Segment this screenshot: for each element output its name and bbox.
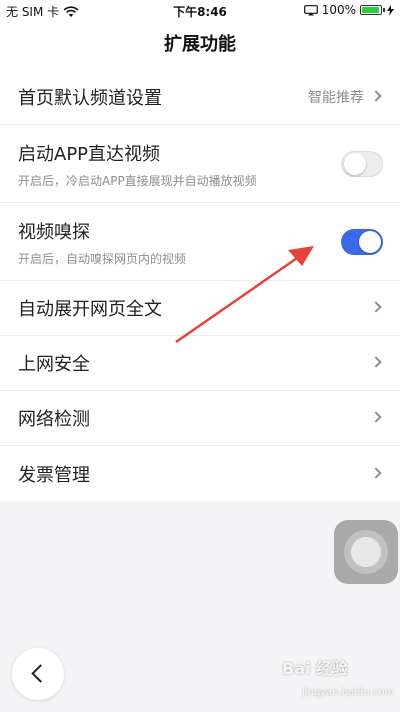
network-check-label: 网络检测 [18,409,90,430]
app-direct-video-row: 启动APP直达视频 开启后，冷启动APP直接展现并自动播放视频 [0,125,400,203]
status-right: 100% [303,3,394,17]
settings-list: 首页默认频道设置 智能推荐 启动APP直达视频 开启后，冷启动APP直接展现并自… [0,70,400,501]
assistive-touch-button[interactable] [334,520,398,584]
invoice-row[interactable]: 发票管理 [0,446,400,501]
web-security-label: 上网安全 [18,354,90,375]
app-direct-video-desc: 开启后，冷启动APP直接展现并自动播放视频 [18,174,257,188]
screen-mirror-icon [303,4,318,15]
chevron-right-icon [370,90,382,102]
battery-icon [360,5,385,15]
chevron-right-icon [370,301,382,313]
default-channel-row[interactable]: 首页默认频道设置 智能推荐 [0,70,400,125]
chevron-right-icon [370,411,382,423]
watermark-brand: Bai 经验 [282,659,349,678]
back-button[interactable] [12,648,64,700]
auto-expand-row[interactable]: 自动展开网页全文 [0,281,400,336]
invoice-label: 发票管理 [18,464,90,486]
web-security-row[interactable]: 上网安全 [0,336,400,391]
video-sniff-row: 视频嗅探 开启后，自动嗅探网页内的视频 [0,203,400,281]
charging-icon [387,4,394,16]
network-check-row[interactable]: 网络检测 [0,391,400,446]
video-sniff-toggle[interactable] [341,228,383,255]
chevron-right-icon [370,466,382,479]
chevron-right-icon [370,356,382,368]
status-bar: 无 SIM 卡 下午8:46 100% [0,0,400,22]
auto-expand-label: 自动展开网页全文 [18,299,162,320]
default-channel-value: 智能推荐 [308,90,364,106]
watermark-url: jingyan.baidu.com [302,687,395,698]
app-direct-video-toggle[interactable] [341,150,383,177]
default-channel-label: 首页默认频道设置 [18,88,162,109]
watermark-logo: Bai 经验 jingyan.baidu.com [282,655,398,705]
battery-percent: 100% [321,3,356,17]
video-sniff-desc: 开启后，自动嗅探网页内的视频 [18,252,187,266]
nav-bar: 扩展功能 [0,22,400,70]
chevron-left-icon [31,664,50,683]
page-title: 扩展功能 [164,34,236,55]
